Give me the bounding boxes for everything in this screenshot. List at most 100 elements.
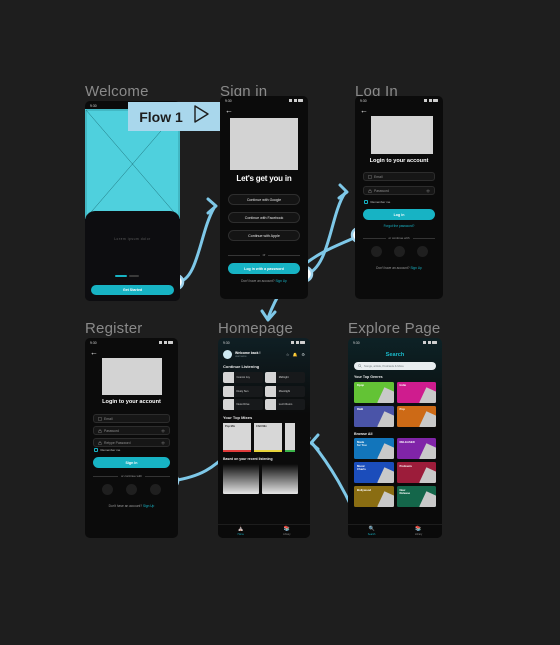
- remember-me-checkbox[interactable]: [364, 200, 368, 204]
- genre-label: Indie: [399, 383, 407, 387]
- facebook-icon[interactable]: [102, 484, 113, 495]
- continue-with-facebook-button[interactable]: Continue with Facebook: [228, 212, 300, 223]
- email-field[interactable]: Email: [363, 172, 435, 181]
- mix-card[interactable]: [285, 423, 295, 452]
- browse-tile[interactable]: New Release: [396, 486, 436, 507]
- bookmark-icon[interactable]: ☆: [286, 352, 290, 357]
- signal-icon: [289, 99, 292, 102]
- mix-card[interactable]: Pop Mix: [223, 423, 251, 452]
- status-icons: [424, 99, 438, 102]
- status-time: 9:30: [90, 340, 97, 345]
- nav-item-library[interactable]: 📚 Library: [415, 527, 422, 536]
- browse-tile[interactable]: Bollywood: [354, 486, 394, 507]
- back-arrow-icon[interactable]: ←: [220, 105, 308, 115]
- google-icon[interactable]: [126, 484, 137, 495]
- search-placeholder: Songs, artists, Podcasts & More: [364, 364, 404, 368]
- apple-icon[interactable]: [150, 484, 161, 495]
- facebook-icon[interactable]: [370, 246, 382, 257]
- mail-icon: [98, 417, 102, 420]
- mix-accent-bar: [254, 450, 282, 452]
- continue-with-google-button[interactable]: Continue with Google: [228, 194, 300, 205]
- forgot-password-link[interactable]: Forgot the password?: [355, 224, 443, 228]
- wifi-icon: [163, 341, 167, 344]
- eye-icon[interactable]: 👁: [426, 189, 430, 193]
- continue-with-apple-button[interactable]: Continue with Apple: [228, 230, 300, 241]
- flow-1-badge: Flow 1: [128, 102, 220, 131]
- track-title: Neon Drive: [236, 403, 250, 406]
- retype-password-placeholder: Retype Password: [104, 440, 131, 445]
- nav-item-library[interactable]: 📚 Library: [283, 527, 290, 536]
- signup-link[interactable]: Sign Up: [275, 279, 286, 283]
- google-icon[interactable]: [393, 246, 405, 257]
- apple-icon[interactable]: [416, 246, 428, 257]
- list-item[interactable]: Dusty Sun: [223, 385, 263, 397]
- screen-register: 9:30 ← Login to your account Email Passw…: [85, 338, 178, 538]
- lock-icon: [368, 188, 372, 193]
- password-field[interactable]: Password 👁: [93, 426, 170, 435]
- eye-icon[interactable]: 👁: [161, 441, 165, 445]
- flow-1-label: Flow 1: [139, 108, 183, 125]
- list-item[interactable]: Lo-Fi Room: [265, 399, 305, 410]
- login-with-password-button[interactable]: Log in with a password: [228, 263, 300, 274]
- nav-label: Home: [237, 532, 244, 536]
- password-field[interactable]: Password 👁: [363, 186, 435, 195]
- log-in-button[interactable]: Log in: [363, 209, 435, 220]
- get-started-button[interactable]: Get Started: [91, 285, 174, 295]
- back-arrow-icon[interactable]: ←: [85, 347, 178, 357]
- nav-item-search[interactable]: 🔍 Search: [368, 527, 376, 536]
- username: username: [235, 355, 247, 358]
- recent-card[interactable]: [262, 463, 298, 494]
- arrowhead-homepage-3: [309, 433, 320, 451]
- list-item[interactable]: Moonlight: [265, 385, 305, 397]
- progress-dot-inactive: [128, 275, 139, 277]
- signup-prompt-text: Don't have an account?: [241, 279, 275, 283]
- list-item[interactable]: Neon Drive: [223, 399, 263, 410]
- signup-link[interactable]: Sign Up: [143, 504, 154, 508]
- signal-icon: [424, 99, 427, 102]
- register-image-placeholder: [102, 358, 162, 395]
- remember-me-row[interactable]: Remember me: [94, 448, 120, 452]
- genre-tile[interactable]: Indie: [396, 381, 436, 403]
- search-input[interactable]: Songs, artists, Podcasts & More: [354, 362, 436, 370]
- genre-tile[interactable]: R&B: [354, 405, 394, 427]
- browse-label: RELEASED: [399, 439, 415, 444]
- avatar[interactable]: [223, 350, 232, 359]
- browse-tile[interactable]: Music Charts: [354, 462, 394, 483]
- tile-art: [419, 491, 436, 507]
- bottom-nav: 🔍 Search 📚 Library: [348, 524, 442, 538]
- genre-tile[interactable]: Pop: [396, 405, 436, 427]
- register-heading: Login to your account: [102, 399, 161, 405]
- list-item[interactable]: Cosmic Joy: [223, 372, 263, 383]
- tile-art: [419, 386, 436, 403]
- bell-icon[interactable]: 🔔: [293, 352, 298, 357]
- genre-tile[interactable]: Kpop: [354, 381, 394, 403]
- browse-tile[interactable]: RELEASED: [396, 438, 436, 459]
- track-title: Cosmic Joy: [236, 376, 250, 379]
- remember-me-row[interactable]: Remember me: [364, 200, 390, 204]
- browse-tile[interactable]: Made for You: [354, 438, 394, 459]
- sign-in-button[interactable]: Sign In: [93, 457, 170, 468]
- social-login-row: [85, 484, 178, 495]
- signup-link[interactable]: Sign Up: [410, 266, 421, 270]
- track-title: Dusty Sun: [236, 389, 249, 393]
- browse-tiles: Made for You RELEASED Music Charts Podca…: [348, 438, 442, 507]
- mix-card[interactable]: Chill Mix: [254, 423, 282, 452]
- nav-item-home[interactable]: ⛪ Home: [238, 527, 244, 536]
- library-icon: 📚: [415, 526, 422, 533]
- status-time: 9:30: [90, 103, 97, 108]
- status-bar: 9:30: [85, 338, 178, 347]
- list-item[interactable]: Midnight: [265, 372, 305, 383]
- nav-label: Library: [414, 532, 423, 536]
- back-arrow-icon[interactable]: ←: [355, 105, 443, 115]
- eye-icon[interactable]: 👁: [161, 429, 165, 433]
- play-triangle-icon[interactable]: [193, 105, 209, 128]
- screen-signin: 9:30 ← Let's get you in Continue with Go…: [220, 96, 308, 299]
- retype-password-field[interactable]: Retype Password 👁: [93, 438, 170, 447]
- mix-accent-bar: [285, 450, 295, 452]
- recent-card[interactable]: [223, 463, 259, 494]
- email-field[interactable]: Email: [93, 414, 170, 423]
- signin-image-placeholder: [230, 118, 298, 170]
- browse-tile[interactable]: Podcasts: [396, 462, 436, 483]
- remember-me-checkbox[interactable]: [94, 448, 98, 452]
- gear-icon[interactable]: ⚙: [301, 352, 305, 357]
